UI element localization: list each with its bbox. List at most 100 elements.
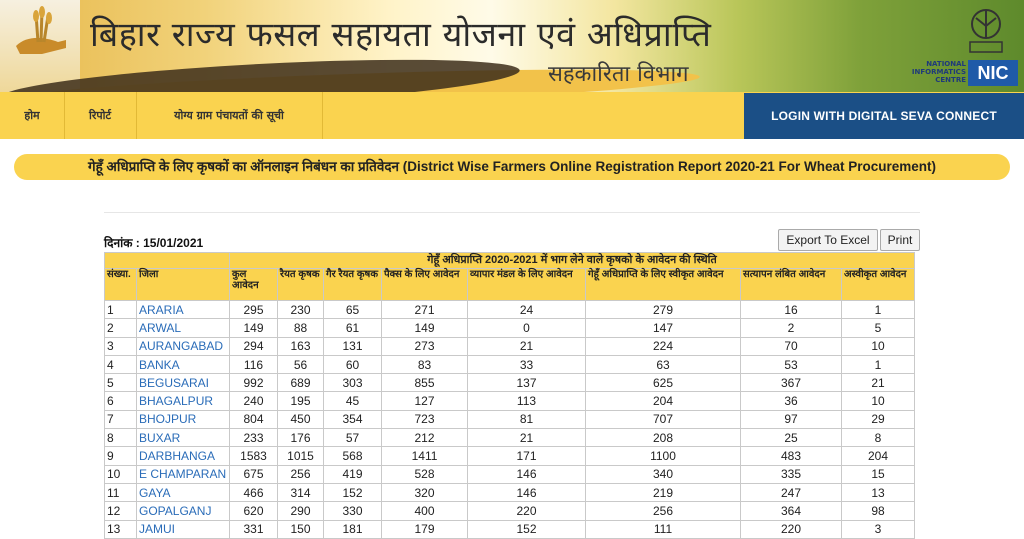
col-non-raiyat: गैर रैयत कृषक bbox=[323, 268, 382, 301]
cell-total: 233 bbox=[229, 428, 278, 448]
cell-approved: 625 bbox=[585, 373, 741, 393]
cell-pending: 247 bbox=[740, 482, 842, 503]
district-link[interactable]: E CHAMPARAN bbox=[139, 467, 226, 481]
cell-total: 116 bbox=[229, 354, 278, 375]
cell-approved: 340 bbox=[585, 464, 741, 484]
header-banner: बिहार राज्य फसल सहायता योजना एवं अधिप्रा… bbox=[0, 0, 1024, 92]
cell-pacs: 149 bbox=[381, 318, 468, 338]
cell-district: BHOJPUR bbox=[136, 409, 230, 430]
cell-district: BEGUSARAI bbox=[136, 373, 230, 393]
cell-pending: 25 bbox=[740, 428, 842, 448]
bihar-emblem-icon bbox=[969, 9, 1003, 53]
site-subtitle: सहकारिता विभाग bbox=[548, 62, 689, 87]
district-link[interactable]: JAMUI bbox=[139, 522, 175, 536]
cell-district: ARWAL bbox=[136, 318, 230, 338]
cell-pending: 364 bbox=[740, 501, 842, 521]
cell-approved: 256 bbox=[585, 501, 741, 521]
cell-approved: 219 bbox=[585, 482, 741, 503]
report-date: दिनांक : 15/01/2021 bbox=[104, 236, 204, 250]
cell-sno: 3 bbox=[104, 336, 137, 356]
cell-raiyat: 450 bbox=[277, 409, 324, 430]
cell-pacs: 271 bbox=[381, 299, 468, 320]
cell-pacs: 1411 bbox=[381, 446, 468, 466]
cell-total: 804 bbox=[229, 409, 278, 430]
cell-approved: 224 bbox=[585, 336, 741, 356]
cell-pacs: 273 bbox=[381, 336, 468, 356]
cell-district: BHAGALPUR bbox=[136, 391, 230, 411]
cell-vyapar-mandal: 21 bbox=[467, 336, 586, 356]
district-link[interactable]: BHOJPUR bbox=[139, 412, 196, 426]
cell-total: 240 bbox=[229, 391, 278, 411]
cell-rejected: 29 bbox=[841, 409, 915, 430]
cell-non-raiyat: 45 bbox=[323, 391, 382, 411]
col-pending: सत्यापन लंबित आवेदन bbox=[740, 268, 842, 301]
cell-pending: 97 bbox=[740, 409, 842, 430]
district-link[interactable]: GOPALGANJ bbox=[139, 504, 211, 518]
nav-eligible-panchayat-list[interactable]: योग्य ग्राम पंचायतों की सूची bbox=[136, 92, 323, 139]
cell-district: E CHAMPARAN bbox=[136, 464, 230, 484]
cell-total: 1583 bbox=[229, 446, 278, 466]
cell-vyapar-mandal: 24 bbox=[467, 299, 586, 320]
cell-rejected: 204 bbox=[841, 446, 915, 466]
nav-home[interactable]: होम bbox=[0, 92, 65, 139]
cell-raiyat: 230 bbox=[277, 299, 324, 320]
cell-sno: 1 bbox=[104, 299, 137, 320]
cell-rejected: 5 bbox=[841, 318, 915, 338]
cell-non-raiyat: 419 bbox=[323, 464, 382, 484]
district-link[interactable]: BUXAR bbox=[139, 431, 180, 445]
cell-vyapar-mandal: 113 bbox=[467, 391, 586, 411]
cell-vyapar-mandal: 137 bbox=[467, 373, 586, 393]
cell-rejected: 98 bbox=[841, 501, 915, 521]
cell-pending: 483 bbox=[740, 446, 842, 466]
district-link[interactable]: BHAGALPUR bbox=[139, 394, 213, 408]
cell-raiyat: 88 bbox=[277, 318, 324, 338]
cell-approved: 63 bbox=[585, 354, 741, 375]
print-button[interactable]: Print bbox=[880, 229, 920, 251]
cell-total: 149 bbox=[229, 318, 278, 338]
cell-pacs: 400 bbox=[381, 501, 468, 521]
login-digital-seva-button[interactable]: LOGIN WITH DIGITAL SEVA CONNECT bbox=[744, 93, 1024, 139]
col-vyapar-mandal: व्यापार मंडल के लिए आवेदन bbox=[467, 268, 586, 301]
cell-total: 620 bbox=[229, 501, 278, 521]
district-link[interactable]: DARBHANGA bbox=[139, 449, 215, 463]
cell-sno: 5 bbox=[104, 373, 137, 393]
export-excel-button[interactable]: Export To Excel bbox=[778, 229, 878, 251]
cell-vyapar-mandal: 220 bbox=[467, 501, 586, 521]
cell-non-raiyat: 181 bbox=[323, 519, 382, 539]
cell-raiyat: 256 bbox=[277, 464, 324, 484]
cell-pending: 2 bbox=[740, 318, 842, 338]
district-link[interactable]: AURANGABAD bbox=[139, 339, 223, 353]
cell-non-raiyat: 152 bbox=[323, 482, 382, 503]
district-link[interactable]: BEGUSARAI bbox=[139, 376, 209, 390]
cell-raiyat: 195 bbox=[277, 391, 324, 411]
nav-report[interactable]: रिपोर्ट bbox=[64, 92, 137, 139]
cell-pacs: 179 bbox=[381, 519, 468, 539]
table-row: 2 ARWAL 149 88 61 149 0 147 2 5 bbox=[104, 318, 915, 338]
district-link[interactable]: ARWAL bbox=[139, 321, 181, 335]
col-approved: गेहूँ अधिप्राप्ति के लिए स्वीकृत आवेदन bbox=[585, 268, 741, 301]
col-district: जिला bbox=[136, 268, 230, 301]
cell-non-raiyat: 354 bbox=[323, 409, 382, 430]
cell-raiyat: 56 bbox=[277, 354, 324, 375]
cell-non-raiyat: 303 bbox=[323, 373, 382, 393]
district-link[interactable]: ARARIA bbox=[139, 303, 184, 317]
district-link[interactable]: BANKA bbox=[139, 358, 180, 372]
divider bbox=[104, 212, 920, 213]
district-link[interactable]: GAYA bbox=[139, 486, 171, 500]
cell-vyapar-mandal: 171 bbox=[467, 446, 586, 466]
cell-approved: 111 bbox=[585, 519, 741, 539]
cell-rejected: 13 bbox=[841, 482, 915, 503]
cell-approved: 208 bbox=[585, 428, 741, 448]
cell-sno: 7 bbox=[104, 409, 137, 430]
cell-pacs: 83 bbox=[381, 354, 468, 375]
cell-sno: 12 bbox=[104, 501, 137, 521]
nic-logo: NATIONAL INFORMATICS CENTRE NIC bbox=[896, 60, 1020, 88]
cell-non-raiyat: 65 bbox=[323, 299, 382, 320]
col-sno: संख्या. bbox=[104, 268, 137, 301]
cell-total: 331 bbox=[229, 519, 278, 539]
table-row: 13 JAMUI 331 150 181 179 152 111 220 3 bbox=[104, 519, 915, 539]
cell-total: 992 bbox=[229, 373, 278, 393]
cell-approved: 279 bbox=[585, 299, 741, 320]
cell-sno: 13 bbox=[104, 519, 137, 539]
table-row: 6 BHAGALPUR 240 195 45 127 113 204 36 10 bbox=[104, 391, 915, 411]
